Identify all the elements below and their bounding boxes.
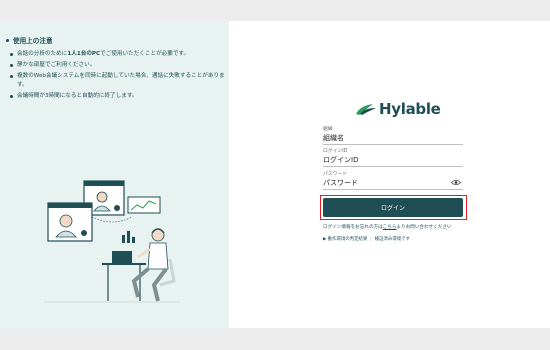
logo-text: Hylable [379, 100, 441, 118]
environment-links: ▶ 動作環境の判定結果 | 検証済み環境です [323, 236, 410, 243]
forgot-login-help: ログイン情報をお忘れの方はこちらよりお問い合わせください [323, 225, 452, 230]
bullet-icon [10, 53, 13, 56]
organization-field[interactable]: 組織 組織名 [323, 127, 463, 145]
hylable-logo: Hylable [355, 100, 441, 118]
login-page: 使用上の注意 会話の分析のために1人1台のPCでご使用いただくことが必要です。 … [0, 21, 550, 328]
verified-environment-text: 検証済み環境です [374, 237, 410, 242]
usage-notes-title: 使用上の注意 [6, 35, 228, 45]
online-meeting-illustration [44, 180, 180, 303]
login-id-input[interactable]: ログインID [323, 155, 463, 167]
login-id-field[interactable]: ログインID ログインID [323, 149, 463, 167]
bullet-icon [10, 95, 13, 98]
usage-note-item: 会議時間が3時間になると自動的に終了します。 [6, 92, 228, 101]
environment-check-link[interactable]: ▶ 動作環境の判定結果 [323, 236, 367, 242]
usage-note-item: 静かな部屋でご利用ください。 [6, 61, 228, 70]
login-button[interactable]: ログイン [323, 198, 463, 217]
bullet-icon [10, 75, 13, 78]
contact-link[interactable]: こちら [383, 225, 397, 230]
eye-icon[interactable] [451, 179, 461, 186]
organization-input[interactable]: 組織名 [323, 133, 463, 145]
usage-note-item: 複数のWeb会議システムを同時に起動していた場合、通話に失敗することがあります。 [6, 72, 228, 90]
password-field[interactable]: パスワード パスワード [323, 172, 463, 190]
info-panel: 使用上の注意 会話の分析のために1人1台のPCでご使用いただくことが必要です。 … [0, 21, 229, 328]
bullet-icon [10, 64, 13, 67]
leaf-logo-icon [356, 104, 376, 115]
usage-notes: 使用上の注意 会話の分析のために1人1台のPCでご使用いただくことが必要です。 … [6, 35, 228, 103]
usage-note-item: 会話の分析のために1人1台のPCでご使用いただくことが必要です。 [6, 50, 228, 59]
bullet-icon [6, 38, 9, 42]
link-separator: | [370, 236, 372, 242]
password-input[interactable]: パスワード [323, 178, 463, 190]
